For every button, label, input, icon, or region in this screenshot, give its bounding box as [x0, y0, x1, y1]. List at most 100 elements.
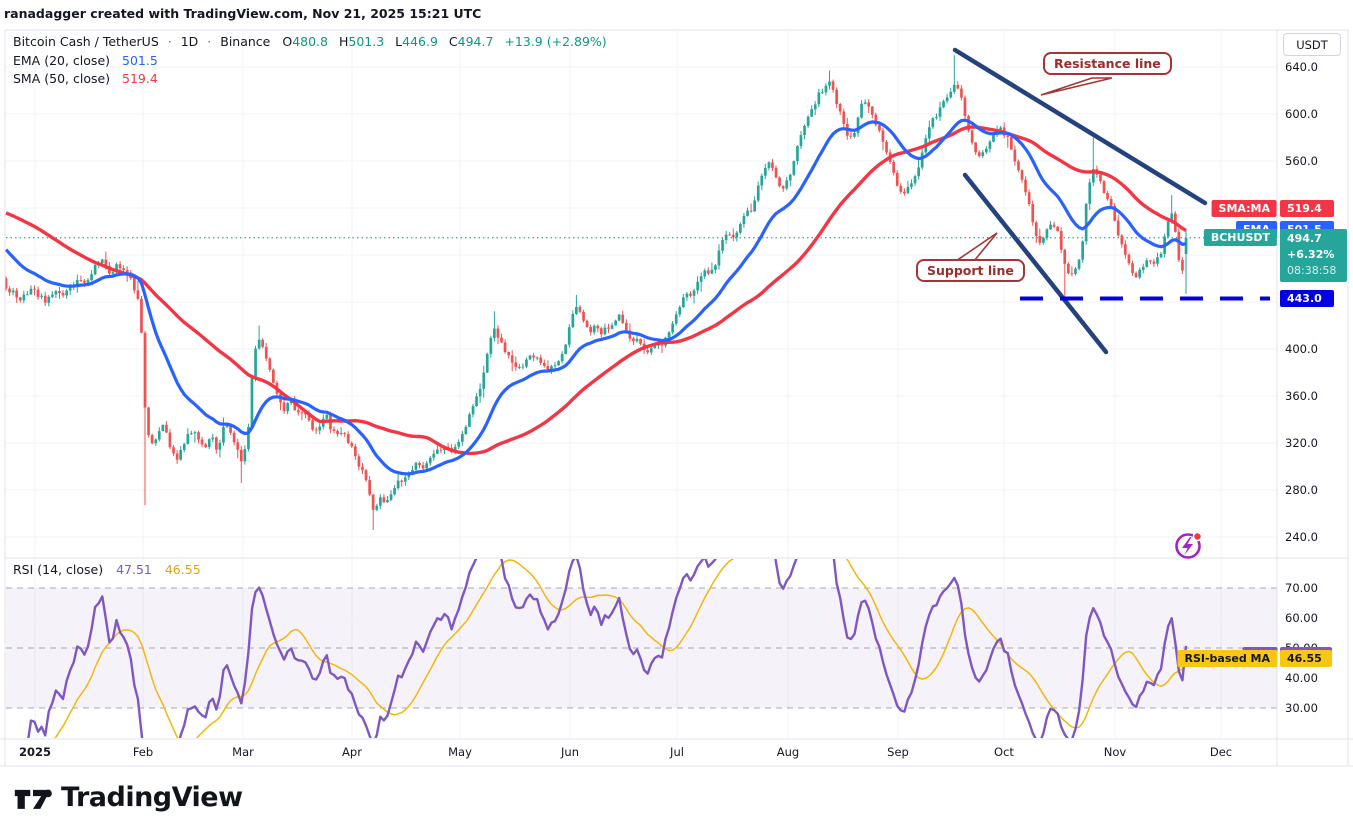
candle	[415, 463, 418, 470]
candle	[942, 101, 945, 107]
rsi-value: 47.51	[116, 562, 152, 577]
currency-toggle-button[interactable]: USDT	[1283, 33, 1341, 56]
candle	[978, 152, 981, 156]
symbol-name-tag[interactable]: BCHUSDT	[1204, 229, 1277, 246]
candle	[1056, 227, 1059, 231]
symbol-countdown-badge[interactable]: 494.7+6.32%08:38:58	[1280, 229, 1347, 282]
candle	[721, 240, 724, 251]
attribution-text: ranadagger created with TradingView.com,…	[4, 6, 481, 21]
candle	[718, 251, 721, 266]
candle	[1085, 204, 1088, 242]
candle	[236, 442, 239, 449]
candle	[500, 338, 503, 343]
rsi-ma-value-badge[interactable]: 46.55	[1280, 650, 1332, 667]
candle	[693, 290, 696, 295]
candle	[614, 321, 617, 326]
candle	[211, 438, 214, 440]
candle	[1031, 204, 1034, 222]
tradingview-logo[interactable]: TradingView	[13, 782, 243, 813]
candle	[1106, 193, 1109, 199]
candle	[1160, 254, 1163, 257]
symbol-legend[interactable]: Bitcoin Cash / TetherUS · 1D · Binance O…	[13, 34, 614, 49]
candle	[839, 104, 842, 112]
time-axis-label: Oct	[994, 745, 1014, 759]
candle	[750, 211, 753, 212]
candle	[482, 373, 485, 389]
candle	[351, 443, 354, 446]
support-callout-tail	[956, 233, 997, 261]
candle	[700, 276, 703, 282]
ohlc-high: H501.3	[339, 34, 391, 49]
candle	[1081, 241, 1084, 259]
candle	[1046, 229, 1049, 238]
ema-20-line[interactable]	[6, 120, 1186, 474]
candle	[165, 425, 168, 433]
candle	[55, 291, 58, 294]
candle	[671, 324, 674, 333]
candle	[251, 378, 254, 428]
candle	[436, 450, 439, 454]
sma-price-value-badge[interactable]: 519.4	[1280, 200, 1334, 217]
chart-canvas[interactable]	[0, 0, 1353, 826]
candle	[47, 297, 50, 303]
candle	[1128, 255, 1131, 264]
countdown-line: 08:38:58	[1287, 263, 1347, 279]
ohlc-close: C494.7	[449, 34, 501, 49]
candle	[832, 82, 835, 90]
ema-value: 501.5	[122, 53, 158, 68]
candle	[1117, 221, 1120, 236]
ema-legend[interactable]: EMA (20, close) 501.5	[13, 53, 158, 68]
tradingview-logo-text: TradingView	[61, 782, 243, 813]
candle	[1121, 235, 1124, 244]
rsi-ma-name-tag[interactable]: RSI-based MA	[1177, 650, 1277, 667]
candle	[757, 186, 760, 201]
candle	[611, 325, 614, 329]
candle	[564, 345, 567, 354]
time-axis-label: Sep	[887, 745, 909, 759]
candle	[557, 361, 560, 365]
candle	[62, 293, 65, 295]
candle	[932, 118, 935, 127]
support-callout[interactable]: Support line	[916, 259, 1025, 282]
flash-idea-icon[interactable]	[1177, 533, 1202, 558]
candle	[486, 354, 489, 373]
change-line: +6.32%	[1287, 247, 1347, 263]
sma-price-name-tag[interactable]: SMA:MA	[1212, 200, 1277, 217]
resistance-callout[interactable]: Resistance line	[1043, 52, 1172, 75]
candle	[1088, 182, 1091, 203]
candle	[169, 433, 172, 448]
candle	[957, 85, 960, 89]
candle	[582, 312, 585, 321]
candle	[379, 497, 382, 505]
candle	[176, 454, 179, 460]
price-tick-label: 280.0	[1285, 483, 1318, 497]
candle	[864, 102, 867, 104]
candle	[1124, 244, 1127, 254]
level-value-badge[interactable]: 443.0	[1280, 290, 1334, 307]
candle	[971, 130, 974, 142]
rsi-tick-label: 30.00	[1285, 701, 1318, 715]
candle	[928, 127, 931, 138]
candle	[422, 465, 425, 468]
candle	[283, 402, 286, 411]
sma-50-line[interactable]	[6, 127, 1186, 453]
candle	[800, 135, 803, 146]
candle	[1053, 225, 1056, 227]
candle	[825, 86, 828, 93]
candles-layer[interactable]	[5, 55, 1188, 530]
candle	[1014, 150, 1017, 162]
candle	[999, 128, 1002, 130]
ohlc-low: L446.9	[395, 34, 445, 49]
rsi-tick-label: 40.00	[1285, 671, 1318, 685]
sma-legend[interactable]: SMA (50, close) 519.4	[13, 71, 158, 86]
candle	[760, 176, 763, 186]
candle	[151, 435, 154, 443]
candle	[1049, 225, 1052, 230]
candle	[828, 82, 831, 86]
candle	[425, 463, 428, 468]
rsi-legend[interactable]: RSI (14, close) 47.51 46.55	[13, 562, 201, 577]
candle	[842, 112, 845, 124]
candle	[1074, 269, 1077, 274]
candle	[596, 326, 599, 329]
candle	[479, 389, 482, 397]
